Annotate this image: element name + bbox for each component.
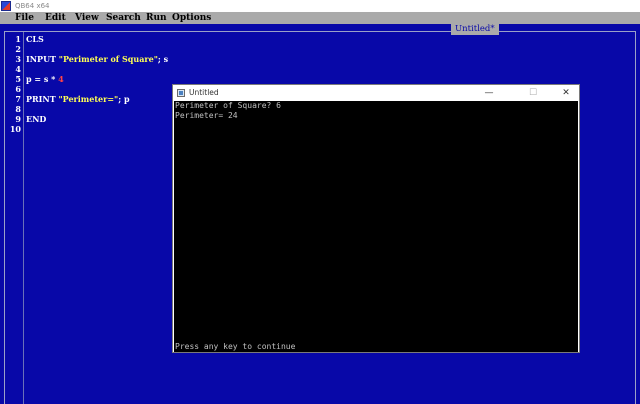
line-number: 9 [15,114,21,124]
code-line[interactable]: p = s * 4 [26,74,64,84]
menu-view[interactable]: View [75,12,99,24]
maximize-button[interactable]: ☐ [520,85,546,101]
line-number: 5 [15,74,21,84]
code-line[interactable]: PRINT "Perimeter="; p [26,94,130,104]
minimize-button[interactable]: — [476,85,502,101]
line-number: 10 [9,124,21,134]
window-titlebar: QB64 x64 [0,0,640,12]
menu-search[interactable]: Search [106,12,141,24]
code-token: INPUT [26,54,59,64]
editor-frame-top [4,31,636,32]
line-number: 8 [15,104,21,114]
line-number: 6 [15,84,21,94]
console-continue-prompt: Press any key to continue [175,342,296,351]
code-token: "Perimeter=" [58,94,119,104]
close-button[interactable]: ✕ [553,85,579,101]
line-number: 7 [15,94,21,104]
code-token: "Perimeter of Square" [58,54,158,64]
console-app-icon [177,89,185,97]
menu-edit[interactable]: Edit [45,12,66,24]
line-number: 2 [15,44,21,54]
menu-run[interactable]: Run [146,12,167,24]
code-token: ; p [118,94,130,104]
code-line[interactable]: END [26,114,46,124]
gutter-separator [23,32,24,404]
console-output-line: Perimeter= 24 [175,111,238,120]
console-output-line: Perimeter of Square? 6 [175,101,281,110]
code-line[interactable]: CLS [26,34,44,44]
console-title: Untitled [189,88,219,97]
code-token: PRINT [26,94,59,104]
console-window[interactable]: Untitled — ☐ ✕ Perimeter of Square? 6 Pe… [172,84,580,353]
console-output-area[interactable]: Perimeter of Square? 6 Perimeter= 24 Pre… [174,101,578,352]
code-token: CLS [26,34,44,44]
menu-options[interactable]: Options [172,12,211,24]
line-number: 3 [15,54,21,64]
line-number: 4 [15,64,21,74]
qb64-app-icon [1,1,11,11]
editor-frame-left [4,31,5,404]
code-token: END [26,114,47,124]
menu-file[interactable]: File [15,12,34,24]
window-title: QB64 x64 [15,2,50,10]
document-title: Untitled* [451,24,499,35]
code-line[interactable]: INPUT "Perimeter of Square"; s [26,54,168,64]
console-titlebar[interactable]: Untitled — ☐ ✕ [173,85,579,101]
menu-bar: File Edit View Search Run Options [0,12,640,24]
code-token: 4 [58,74,64,84]
editor-frame-right [635,31,636,404]
line-number: 1 [15,34,21,44]
code-token: p = s * [26,74,59,84]
code-token: ; s [157,54,169,64]
